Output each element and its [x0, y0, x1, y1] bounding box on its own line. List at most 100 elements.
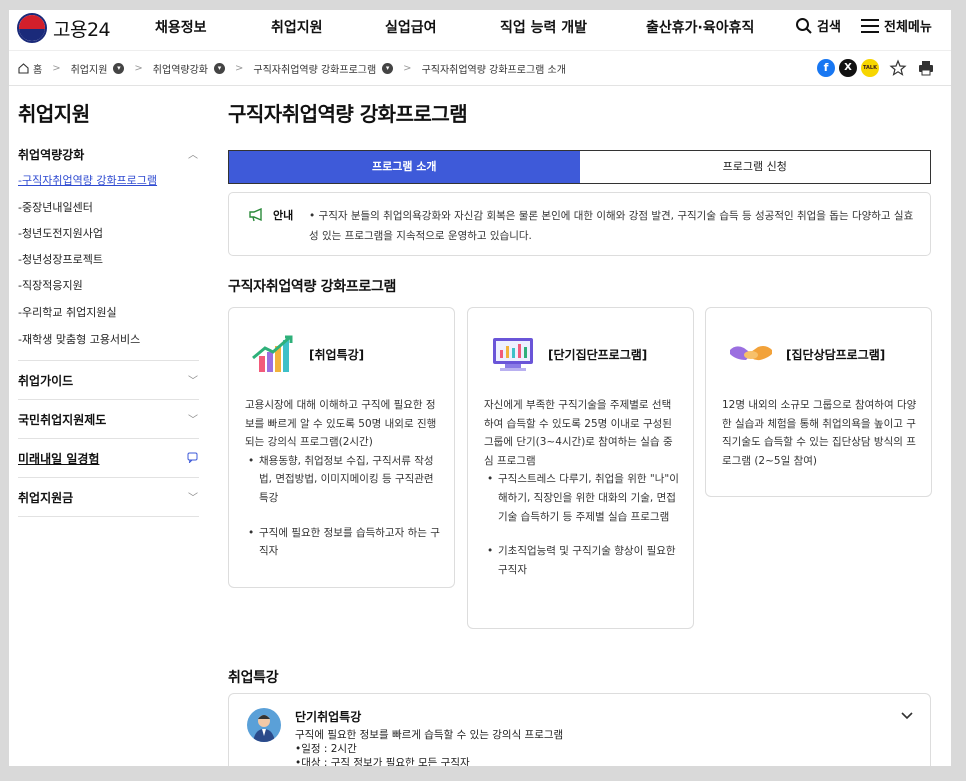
facebook-icon[interactable]: f	[817, 59, 835, 77]
card-body: 12명 내외의 소규모 그룹으로 참여하여 다양한 실습과 체험을 통해 취업의…	[722, 396, 918, 470]
external-link-icon	[187, 452, 198, 463]
sidebar-item-job-seeker-program[interactable]: -구직자취업역량 강화프로그램	[18, 172, 157, 188]
notice-label-wrap: 안내	[249, 207, 293, 223]
sidebar-section-subsidy[interactable]: 취업지원금 ﹀	[18, 489, 198, 506]
accordion-short-lecture[interactable]: 단기취업특강 구직에 필요한 정보를 빠르게 습득할 수 있는 강의식 프로그램…	[228, 693, 931, 766]
lecture-section-title: 취업특강	[228, 670, 279, 686]
breadcrumb: 홈 > 취업지원 ▾ > 취업역량강화 ▾ > 구직자취업역량 강화프로그램 ▾…	[9, 50, 951, 86]
breadcrumb-separator-icon: >	[403, 63, 412, 74]
card-title: [단기집단프로그램]	[548, 347, 648, 362]
sidebar-section-label: 미래내일 일경험	[18, 452, 100, 466]
site-header: 고용24 채용정보 취업지원 실업급여 직업 능력 개발 출산휴가·육아휴직 검…	[9, 10, 951, 46]
sidebar-title: 취업지원	[18, 102, 90, 126]
tab-list: 프로그램 소개 프로그램 신청	[228, 150, 931, 184]
breadcrumb-item[interactable]: 취업역량강화	[153, 61, 208, 76]
sidebar-divider	[18, 477, 199, 478]
all-menu-button[interactable]: 전체메뉴	[861, 16, 932, 35]
page-frame: 고용24 채용정보 취업지원 실업급여 직업 능력 개발 출산휴가·육아휴직 검…	[9, 10, 951, 766]
card-header: [집단상담프로그램]	[728, 334, 885, 374]
card-desc: 자신에게 부족한 구직기술을 주제별로 선택하여 습득할 수 있도록 25명 이…	[484, 399, 673, 467]
sidebar-section-label: 취업지원금	[18, 491, 74, 505]
card-bullet: 구직스트레스 다루기, 취업을 위한 "나"이해하기, 직장인을 위한 대화의 …	[484, 470, 680, 526]
card-body: 자신에게 부족한 구직기술을 주제별로 선택하여 습득할 수 있도록 25명 이…	[484, 396, 680, 579]
card-bullet: 기초직업능력 및 구직기술 향상이 필요한 구직자	[484, 542, 680, 579]
monitor-chart-icon	[493, 338, 533, 371]
nav-item-unemployment-benefit[interactable]: 실업급여	[385, 17, 437, 37]
tab-program-apply[interactable]: 프로그램 신청	[580, 151, 931, 183]
sidebar-section-guide[interactable]: 취업가이드 ﹀	[18, 372, 198, 389]
search-label: 검색	[817, 20, 841, 35]
nav-item-job-skills[interactable]: 직업 능력 개발	[500, 17, 587, 37]
breadcrumb-item[interactable]: 취업지원	[71, 61, 108, 76]
site-logo[interactable]: 고용24	[17, 13, 111, 43]
sidebar-divider	[18, 399, 199, 400]
notice-text: • 구직자 분들의 취업의욕강화와 자신감 회복은 물론 본인에 대한 이해와 …	[309, 210, 914, 242]
avatar	[247, 708, 281, 742]
accordion-target: •대상 : 구직 정보가 필요한 모든 구직자	[295, 757, 470, 766]
breadcrumb-dropdown-icon[interactable]: ▾	[382, 63, 394, 74]
breadcrumb-dropdown-icon[interactable]: ▾	[113, 63, 125, 74]
page-title: 구직자취업역량 강화프로그램	[228, 102, 468, 126]
nav-item-parental-leave[interactable]: 출산휴가·육아휴직	[646, 17, 754, 37]
sidebar-section-label: 국민취업지원제도	[18, 413, 107, 427]
nav-item-employment-support[interactable]: 취업지원	[271, 17, 323, 37]
card-body: 고용시장에 대해 이해하고 구직에 필요한 정보를 빠르게 알 수 있도록 50…	[245, 396, 441, 561]
breadcrumb-home[interactable]: 홈	[33, 61, 42, 76]
accordion-schedule: •일정 : 2시간	[295, 743, 357, 755]
logo-text: 고용24	[53, 18, 111, 41]
sidebar-item-label: 청년도전지원사업	[21, 227, 103, 240]
share-bar: f X TALK	[817, 59, 935, 77]
chart-growth-icon	[252, 335, 293, 372]
print-icon[interactable]	[917, 59, 935, 77]
sidebar-section-work-experience[interactable]: 미래내일 일경험	[18, 450, 198, 467]
kakao-icon[interactable]: TALK	[861, 59, 879, 77]
accordion-title: 단기취업특강	[295, 710, 362, 724]
card-title: [취업특강]	[309, 347, 365, 362]
chevron-down-icon[interactable]	[900, 708, 914, 722]
sidebar-item-youth-challenge[interactable]: -청년도전지원사업	[18, 225, 103, 241]
breadcrumb-dropdown-icon[interactable]: ▾	[214, 63, 225, 74]
program-card-lecture: [취업특강] 고용시장에 대해 이해하고 구직에 필요한 정보를 빠르게 알 수…	[228, 307, 455, 588]
hamburger-icon	[861, 18, 879, 33]
chevron-down-icon: ﹀	[188, 493, 198, 504]
sidebar-item-youth-growth[interactable]: -청년성장프로젝트	[18, 251, 103, 267]
card-bullet: 채용동향, 취업정보 수집, 구직서류 작성법, 면접방법, 이미지메이킹 등 …	[245, 452, 441, 508]
card-title: [집단상담프로그램]	[786, 347, 886, 362]
search-button[interactable]: 검색	[795, 16, 841, 35]
breadcrumb-item[interactable]: 구직자취업역량 강화프로그램	[253, 61, 376, 76]
breadcrumb-current: 구직자취업역량 강화프로그램 소개	[421, 65, 566, 76]
breadcrumb-separator-icon: >	[134, 63, 143, 74]
sidebar-item-student-service[interactable]: -재학생 맞춤형 고용서비스	[18, 331, 140, 347]
sidebar-item-label: 재학생 맞춤형 고용서비스	[21, 333, 141, 346]
star-icon[interactable]	[889, 59, 907, 77]
programs-section-title: 구직자취업역량 강화프로그램	[228, 279, 397, 295]
home-icon	[18, 63, 29, 74]
sidebar-item-midlife-center[interactable]: -중장년내일센터	[18, 199, 93, 215]
chevron-up-icon: ︿	[188, 150, 198, 161]
sidebar-item-workplace-adaptation[interactable]: -직장적응지원	[18, 277, 83, 293]
breadcrumb-separator-icon: >	[52, 63, 61, 74]
nav-item-jobs[interactable]: 채용정보	[155, 17, 207, 37]
program-card-group-counseling: [집단상담프로그램] 12명 내외의 소규모 그룹으로 참여하여 다양한 실습과…	[705, 307, 932, 497]
sidebar-item-label: 우리학교 취업지원실	[21, 306, 117, 319]
tab-program-intro[interactable]: 프로그램 소개	[229, 151, 580, 183]
sidebar-section-label: 취업역량강화	[18, 148, 85, 162]
lecturer-avatar-icon	[253, 715, 275, 742]
sidebar-section-competency[interactable]: 취업역량강화 ︿	[18, 146, 198, 163]
x-icon[interactable]: X	[839, 59, 857, 77]
search-icon	[796, 17, 812, 34]
notice-box: 안내 • 구직자 분들의 취업의욕강화와 자신감 회복은 물론 본인에 대한 이…	[228, 192, 931, 256]
sidebar-item-label: 직장적응지원	[21, 279, 83, 292]
sidebar-section-label: 취업가이드	[18, 374, 74, 388]
sidebar-divider	[18, 516, 199, 517]
sidebar-item-school-job-office[interactable]: -우리학교 취업지원실	[18, 304, 117, 320]
card-header: [취업특강]	[251, 334, 364, 374]
sidebar-item-label: 청년성장프로젝트	[21, 253, 103, 266]
sidebar-item-label: 구직자취업역량 강화프로그램	[21, 174, 158, 187]
sidebar-section-national-support[interactable]: 국민취업지원제도 ﹀	[18, 411, 198, 428]
megaphone-icon	[249, 208, 262, 222]
card-bullet: 구직에 필요한 정보를 습득하고자 하는 구직자	[245, 524, 441, 561]
chevron-down-icon: ﹀	[188, 376, 198, 387]
breadcrumb-separator-icon: >	[235, 63, 244, 74]
sidebar-divider	[18, 360, 199, 361]
